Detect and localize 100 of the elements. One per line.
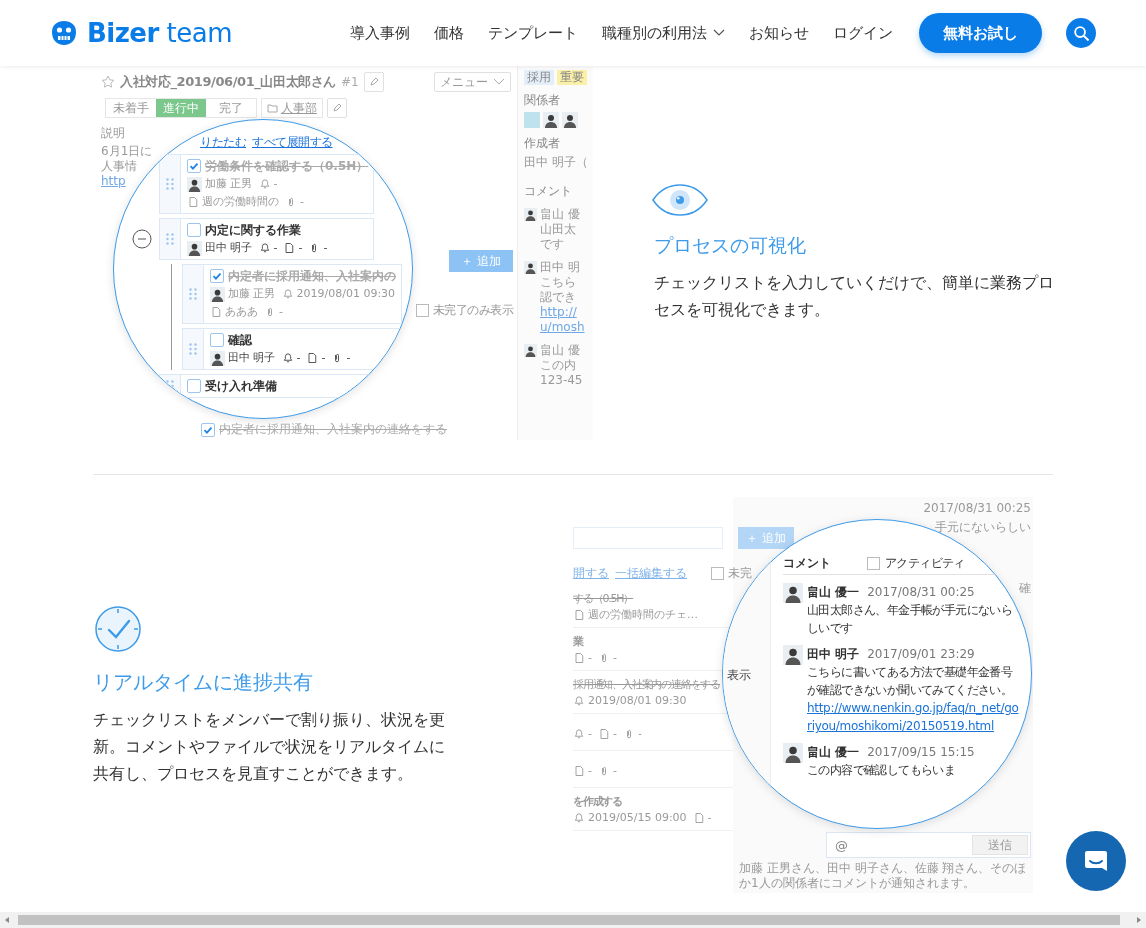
reminder-text: 2019/05/15 09:00 — [588, 810, 687, 826]
collapse-icon[interactable] — [132, 229, 152, 249]
comment-date: 2017/08/31 00:25 — [923, 501, 1031, 515]
caret-icon — [713, 29, 725, 37]
attachment-count: - — [279, 304, 283, 320]
section-label: 関係者 — [524, 93, 560, 108]
checkbox[interactable] — [210, 333, 224, 347]
file-name: - — [588, 650, 592, 666]
commenter-name: 畠山 優 — [540, 343, 580, 358]
task-card[interactable]: 確認 田中 明子 - - - — [182, 328, 402, 370]
drag-handle-icon[interactable] — [189, 343, 197, 355]
nav-link[interactable]: お知らせ — [749, 23, 809, 43]
folder-link[interactable]: 人事部 — [261, 98, 323, 118]
reminder-text: 2019/08/01 09:30 — [296, 286, 396, 302]
checkbox[interactable] — [187, 223, 201, 237]
nav-link[interactable]: 価格 — [434, 23, 464, 43]
comment-field[interactable]: @ 送信 — [826, 832, 1031, 858]
text-link[interactable]: 一括編集する — [615, 565, 687, 582]
edit-button[interactable] — [327, 98, 347, 118]
nav-link[interactable]: 導入事例 — [350, 23, 410, 43]
tag: 採用 — [524, 70, 554, 85]
status-tab[interactable]: 完了 — [206, 99, 256, 117]
task-card[interactable]: 内定者に採用通知、入社案内の 加藤 正男 2019/08/01 09:30 あああ - — [182, 264, 402, 324]
chat-button[interactable] — [1066, 831, 1126, 891]
checkbox[interactable] — [867, 556, 880, 570]
drag-handle-icon[interactable] — [166, 178, 174, 190]
logo-icon[interactable] — [50, 19, 78, 47]
file-name: - — [588, 762, 592, 779]
document-icon — [692, 812, 705, 824]
feature-title: プロセスの可視化 — [654, 233, 807, 258]
assignee-name: 田中 明子 — [205, 240, 253, 256]
comment-link[interactable]: http://www.nenkin.go.jp/faq/n_net/goriyou/moshikomi/20150519.html — [807, 699, 1021, 735]
bell-icon — [573, 812, 585, 824]
status-tab[interactable]: 進行中 — [156, 99, 206, 117]
file-name: 週の労働時間の — [202, 194, 279, 210]
text-link[interactable]: りたたむ — [200, 134, 246, 150]
document-icon — [573, 764, 585, 777]
commenter-name: 畠山 優 — [540, 207, 580, 222]
description-link[interactable]: http — [101, 174, 126, 189]
filter-label: 未完 — [728, 565, 752, 582]
status-tab[interactable]: 未着手 — [106, 99, 156, 117]
checkbox[interactable] — [201, 422, 215, 437]
text-link[interactable]: 開する — [573, 565, 609, 582]
task-title: する（0.5H） — [573, 591, 635, 606]
file-name: - — [321, 350, 326, 366]
field-placeholder: @ — [835, 837, 848, 853]
logo-text[interactable]: Bizer team — [87, 18, 233, 48]
assignee-name: 加藤 正男 — [205, 176, 253, 192]
task-card[interactable]: 内定に関する作業 田中 明子 - - - — [159, 218, 374, 260]
text-link[interactable]: すべて展開する — [252, 134, 333, 150]
section-label: 作成者 — [524, 136, 560, 151]
comment-text: この内容で確認してもらいま — [807, 763, 956, 777]
checkbox[interactable] — [187, 159, 201, 173]
checkbox[interactable] — [711, 567, 724, 580]
reminder-text: - — [296, 350, 301, 366]
task-title: 内定者に採用通知、入社案内の連絡をする — [219, 421, 447, 438]
task-card[interactable]: 労働条件を確認する（0.5H） 加藤 正男 - 週の労働時間の - — [159, 154, 374, 214]
nav-link[interactable]: テンプレート — [488, 23, 578, 43]
star-icon[interactable] — [101, 75, 115, 89]
task-title: 労働条件を確認する（0.5H） — [205, 157, 369, 175]
comment-link[interactable]: u/mosh — [540, 320, 585, 335]
drag-handle-icon[interactable] — [189, 288, 197, 300]
reminder-text: - — [273, 240, 278, 256]
checkbox-label: アクティビティ — [885, 554, 965, 572]
checkbox[interactable] — [415, 304, 429, 317]
bell-icon — [258, 242, 271, 254]
attachment-count: - — [323, 240, 328, 256]
send-button[interactable]: 送信 — [972, 835, 1028, 855]
search-button[interactable] — [1066, 18, 1096, 48]
input-field[interactable] — [573, 527, 723, 549]
file-name: - — [707, 810, 712, 826]
checkbox[interactable] — [187, 379, 201, 393]
reminder-text: - — [273, 176, 278, 192]
nav-link[interactable]: ログイン — [833, 23, 893, 43]
menu-dropdown[interactable]: メニュー — [434, 72, 511, 92]
edit-button[interactable] — [363, 72, 384, 92]
comment-text: 手元にないらしい — [935, 519, 1031, 536]
comment-link[interactable]: http:// — [540, 305, 577, 320]
task-title: 内定に関する作業 — [205, 221, 301, 239]
trial-button[interactable]: 無料お試し — [919, 13, 1042, 53]
attachment-count: - — [613, 650, 617, 666]
checkbox[interactable] — [210, 269, 224, 283]
document-icon — [573, 609, 585, 621]
task-title: 確認 — [228, 331, 252, 349]
commenter-name: 畠山 優一 — [807, 743, 860, 761]
filter-label: 未完了のみ表示 — [432, 302, 513, 319]
scrollbar[interactable] — [0, 912, 1146, 928]
eye-icon — [651, 183, 709, 217]
nav-link[interactable]: 職種別の利用法 — [602, 23, 725, 43]
drag-handle-icon[interactable] — [166, 233, 174, 245]
description-text: 6月1日に — [101, 144, 153, 159]
checkmark-icon — [188, 160, 200, 172]
assignee-name: 田中 明子 — [228, 350, 276, 366]
comment-text: 山田太郎さん、年金手帳が手元にないらしいです — [807, 603, 1013, 635]
comment-text: この内 — [540, 358, 576, 373]
tag: 重要 — [557, 70, 587, 85]
task-number: #1 — [341, 75, 359, 89]
bell-icon — [281, 352, 294, 364]
task-title: 入社対応_2019/06/01_山田太郎さん — [120, 73, 337, 91]
attachment-count: - — [300, 194, 304, 210]
